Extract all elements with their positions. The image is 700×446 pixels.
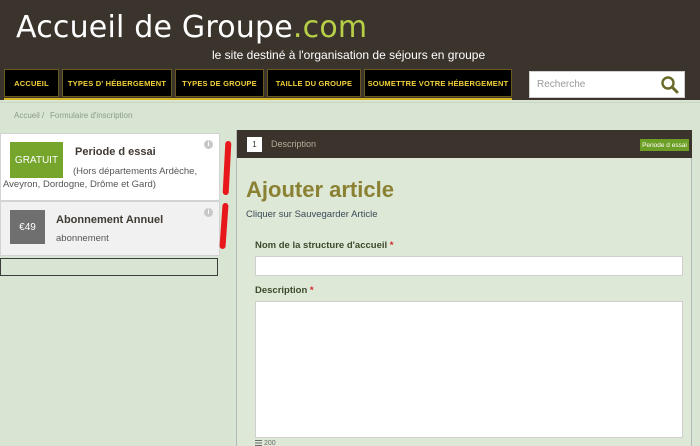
plan-title: Periode d essai — [75, 146, 156, 158]
plan-placeholder-box — [0, 258, 218, 276]
page-title: Ajouter article — [246, 177, 394, 202]
step-header: 1 Description Periode d essai — [237, 130, 692, 158]
char-counter-value: 200 — [263, 440, 276, 446]
info-icon[interactable]: i — [204, 140, 213, 149]
plan-description: (Hors départements Ardèche, Aveyron, Dor… — [3, 166, 198, 190]
step-label: Description — [271, 139, 317, 149]
search-input[interactable]: Recherche — [529, 71, 685, 98]
site-name: Accueil de Groupe — [16, 10, 293, 45]
site-tagline: le site destiné à l'organisation de séjo… — [212, 48, 486, 62]
selected-plan-tag: Periode d essai — [640, 139, 689, 151]
breadcrumb-separator: / — [42, 111, 45, 120]
nav-item-types-hebergement[interactable]: TYPES D' HÉBERGEMENT — [62, 69, 172, 97]
structure-name-label: Nom de la structure d'accueil * — [255, 240, 393, 251]
counter-icon — [255, 440, 262, 446]
char-counter: 200 — [255, 440, 276, 446]
search-icon — [661, 76, 679, 94]
breadcrumb-current: Formulaire d'inscription — [50, 111, 133, 120]
structure-name-input[interactable] — [255, 256, 683, 276]
plan-description: abonnement — [56, 233, 109, 244]
red-annotation-mark — [222, 140, 232, 196]
nav-item-accueil[interactable]: ACCUEIL — [4, 69, 59, 97]
nav-underline — [4, 98, 512, 100]
plan-card-annual[interactable]: €49 Abonnement Annuel abonnement i — [0, 201, 220, 256]
form-instruction: Cliquer sur Sauvegarder Article — [246, 209, 378, 220]
plan-card-trial[interactable]: GRATUIT Periode d essai (Hors départemen… — [0, 133, 220, 201]
required-mark: * — [389, 240, 394, 251]
search-button[interactable] — [660, 75, 680, 95]
search-placeholder: Recherche — [537, 79, 586, 90]
plan-list: GRATUIT Periode d essai (Hors départemen… — [0, 130, 222, 446]
step-number: 1 — [247, 137, 262, 152]
site-logo[interactable]: Accueil de Groupe.com — [16, 10, 367, 45]
nav-item-taille-groupe[interactable]: TAILLE DU GROUPE — [267, 69, 361, 97]
plan-badge-price: €49 — [10, 210, 45, 244]
description-label: Description * — [255, 285, 314, 296]
structure-name-label-text: Nom de la structure d'accueil — [255, 240, 388, 251]
breadcrumb: Accueil / Formulaire d'inscription — [0, 102, 700, 130]
description-textarea[interactable] — [255, 301, 683, 438]
nav-item-soumettre[interactable]: SOUMETTRE VOTRE HÉBERGEMENT — [364, 69, 512, 97]
plan-title: Abonnement Annuel — [56, 214, 164, 226]
article-form-panel: 1 Description Periode d essai Ajouter ar… — [236, 130, 692, 446]
info-icon[interactable]: i — [204, 208, 213, 217]
site-tld: .com — [292, 10, 368, 45]
required-mark: * — [309, 285, 314, 296]
breadcrumb-home[interactable]: Accueil — [14, 111, 40, 120]
site-header: Accueil de Groupe.com le site destiné à … — [0, 0, 700, 100]
description-label-text: Description — [255, 285, 308, 296]
nav-item-types-groupe[interactable]: TYPES DE GROUPE — [175, 69, 264, 97]
